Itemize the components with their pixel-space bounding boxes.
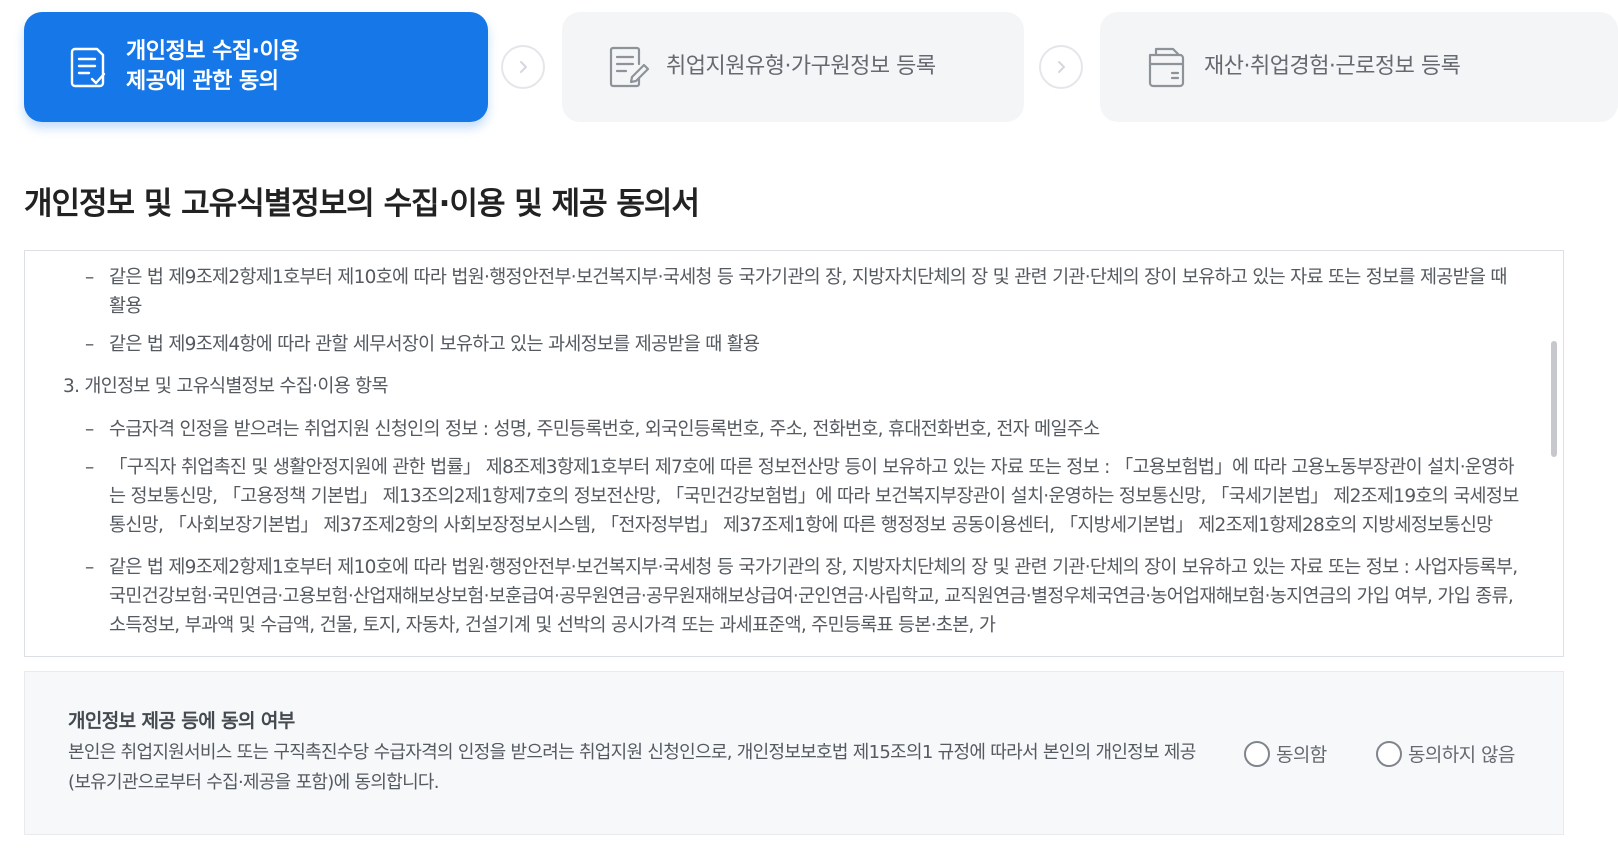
step-3-assets-employment-info[interactable]: 재산·취업경험·근로정보 등록 <box>1100 12 1618 122</box>
chevron-right-icon <box>1039 45 1083 89</box>
terms-item: – 같은 법 제9조제2항제1호부터 제10호에 따라 법원·행정안전부·보건복… <box>25 553 1537 640</box>
dash-bullet: – <box>85 557 94 578</box>
dash-bullet: – <box>85 419 94 440</box>
step-3-label: 재산·취업경험·근로정보 등록 <box>1204 54 1461 79</box>
dash-bullet: – <box>85 457 94 478</box>
step-1-label-line2: 제공에 관한 동의 <box>126 69 279 94</box>
terms-section-heading: 3. 개인정보 및 고유식별정보 수집·이용 항목 <box>63 376 388 397</box>
disagree-radio-option[interactable]: 동의하지 않음 <box>1376 740 1515 767</box>
dash-bullet: – <box>85 267 94 288</box>
step-1-label: 개인정보 수집·이용 제공에 관한 동의 <box>126 37 299 97</box>
disagree-label: 동의하지 않음 <box>1408 744 1515 766</box>
step-navigation: 개인정보 수집·이용 제공에 관한 동의 취업지원유형·가구원정보 등록 재산·… <box>24 12 1618 124</box>
terms-item-text: 수급자격 인정을 받으려는 취업지원 신청인의 정보 : 성명, 주민등록번호,… <box>109 419 1100 440</box>
folder-document-icon <box>1146 44 1188 90</box>
step-1-privacy-consent[interactable]: 개인정보 수집·이용 제공에 관한 동의 <box>24 12 488 122</box>
terms-item-text: 「구직자 취업촉진 및 생활안정지원에 관한 법률」 제8조제3항제1호부터 제… <box>109 457 1519 536</box>
dash-bullet: – <box>85 334 94 355</box>
terms-item: – 같은 법 제9조제2항제1호부터 제10호에 따라 법원·행정안전부·보건복… <box>25 263 1537 321</box>
chevron-right-icon <box>501 45 545 89</box>
agree-radio[interactable] <box>1244 740 1270 767</box>
step-2-household-info[interactable]: 취업지원유형·가구원정보 등록 <box>562 12 1024 122</box>
step-2-label: 취업지원유형·가구원정보 등록 <box>666 54 936 79</box>
disagree-radio[interactable] <box>1376 740 1402 767</box>
agree-label: 동의함 <box>1276 744 1327 766</box>
terms-scroll-box[interactable]: – 같은 법 제9조제2항제1호부터 제10호에 따라 법원·행정안전부·보건복… <box>24 250 1564 657</box>
step-1-label-line1: 개인정보 수집·이용 <box>126 39 299 64</box>
terms-item: – 「구직자 취업촉진 및 생활안정지원에 관한 법률」 제8조제3항제1호부터… <box>25 453 1537 540</box>
document-check-icon <box>68 44 110 90</box>
terms-item: – 같은 법 제9조제4항에 따라 관할 세무서장이 보유하고 있는 과세정보를… <box>25 330 1537 359</box>
scrollbar[interactable] <box>1551 253 1561 654</box>
terms-content: – 같은 법 제9조제2항제1호부터 제10호에 따라 법원·행정안전부·보건복… <box>25 251 1537 640</box>
scrollbar-thumb[interactable] <box>1551 341 1557 457</box>
terms-item-text: 같은 법 제9조제2항제1호부터 제10호에 따라 법원·행정안전부·보건복지부… <box>109 557 1518 636</box>
consent-title: 개인정보 제공 등에 동의 여부 <box>68 710 295 732</box>
page-title: 개인정보 및 고유식별정보의 수집·이용 및 제공 동의서 <box>24 186 700 222</box>
terms-item-text: 같은 법 제9조제2항제1호부터 제10호에 따라 법원·행정안전부·보건복지부… <box>109 267 1507 317</box>
terms-item: – 수급자격 인정을 받으려는 취업지원 신청인의 정보 : 성명, 주민등록번… <box>25 415 1537 444</box>
terms-item-text: 같은 법 제9조제4항에 따라 관할 세무서장이 보유하고 있는 과세정보를 제… <box>109 334 760 355</box>
agree-radio-option[interactable]: 동의함 <box>1244 740 1327 767</box>
document-edit-icon <box>608 44 650 90</box>
consent-panel: 개인정보 제공 등에 동의 여부 본인은 취업지원서비스 또는 구직촉진수당 수… <box>24 671 1564 835</box>
consent-text: 본인은 취업지원서비스 또는 구직촉진수당 수급자격의 인정을 받으려는 취업지… <box>68 742 1196 793</box>
